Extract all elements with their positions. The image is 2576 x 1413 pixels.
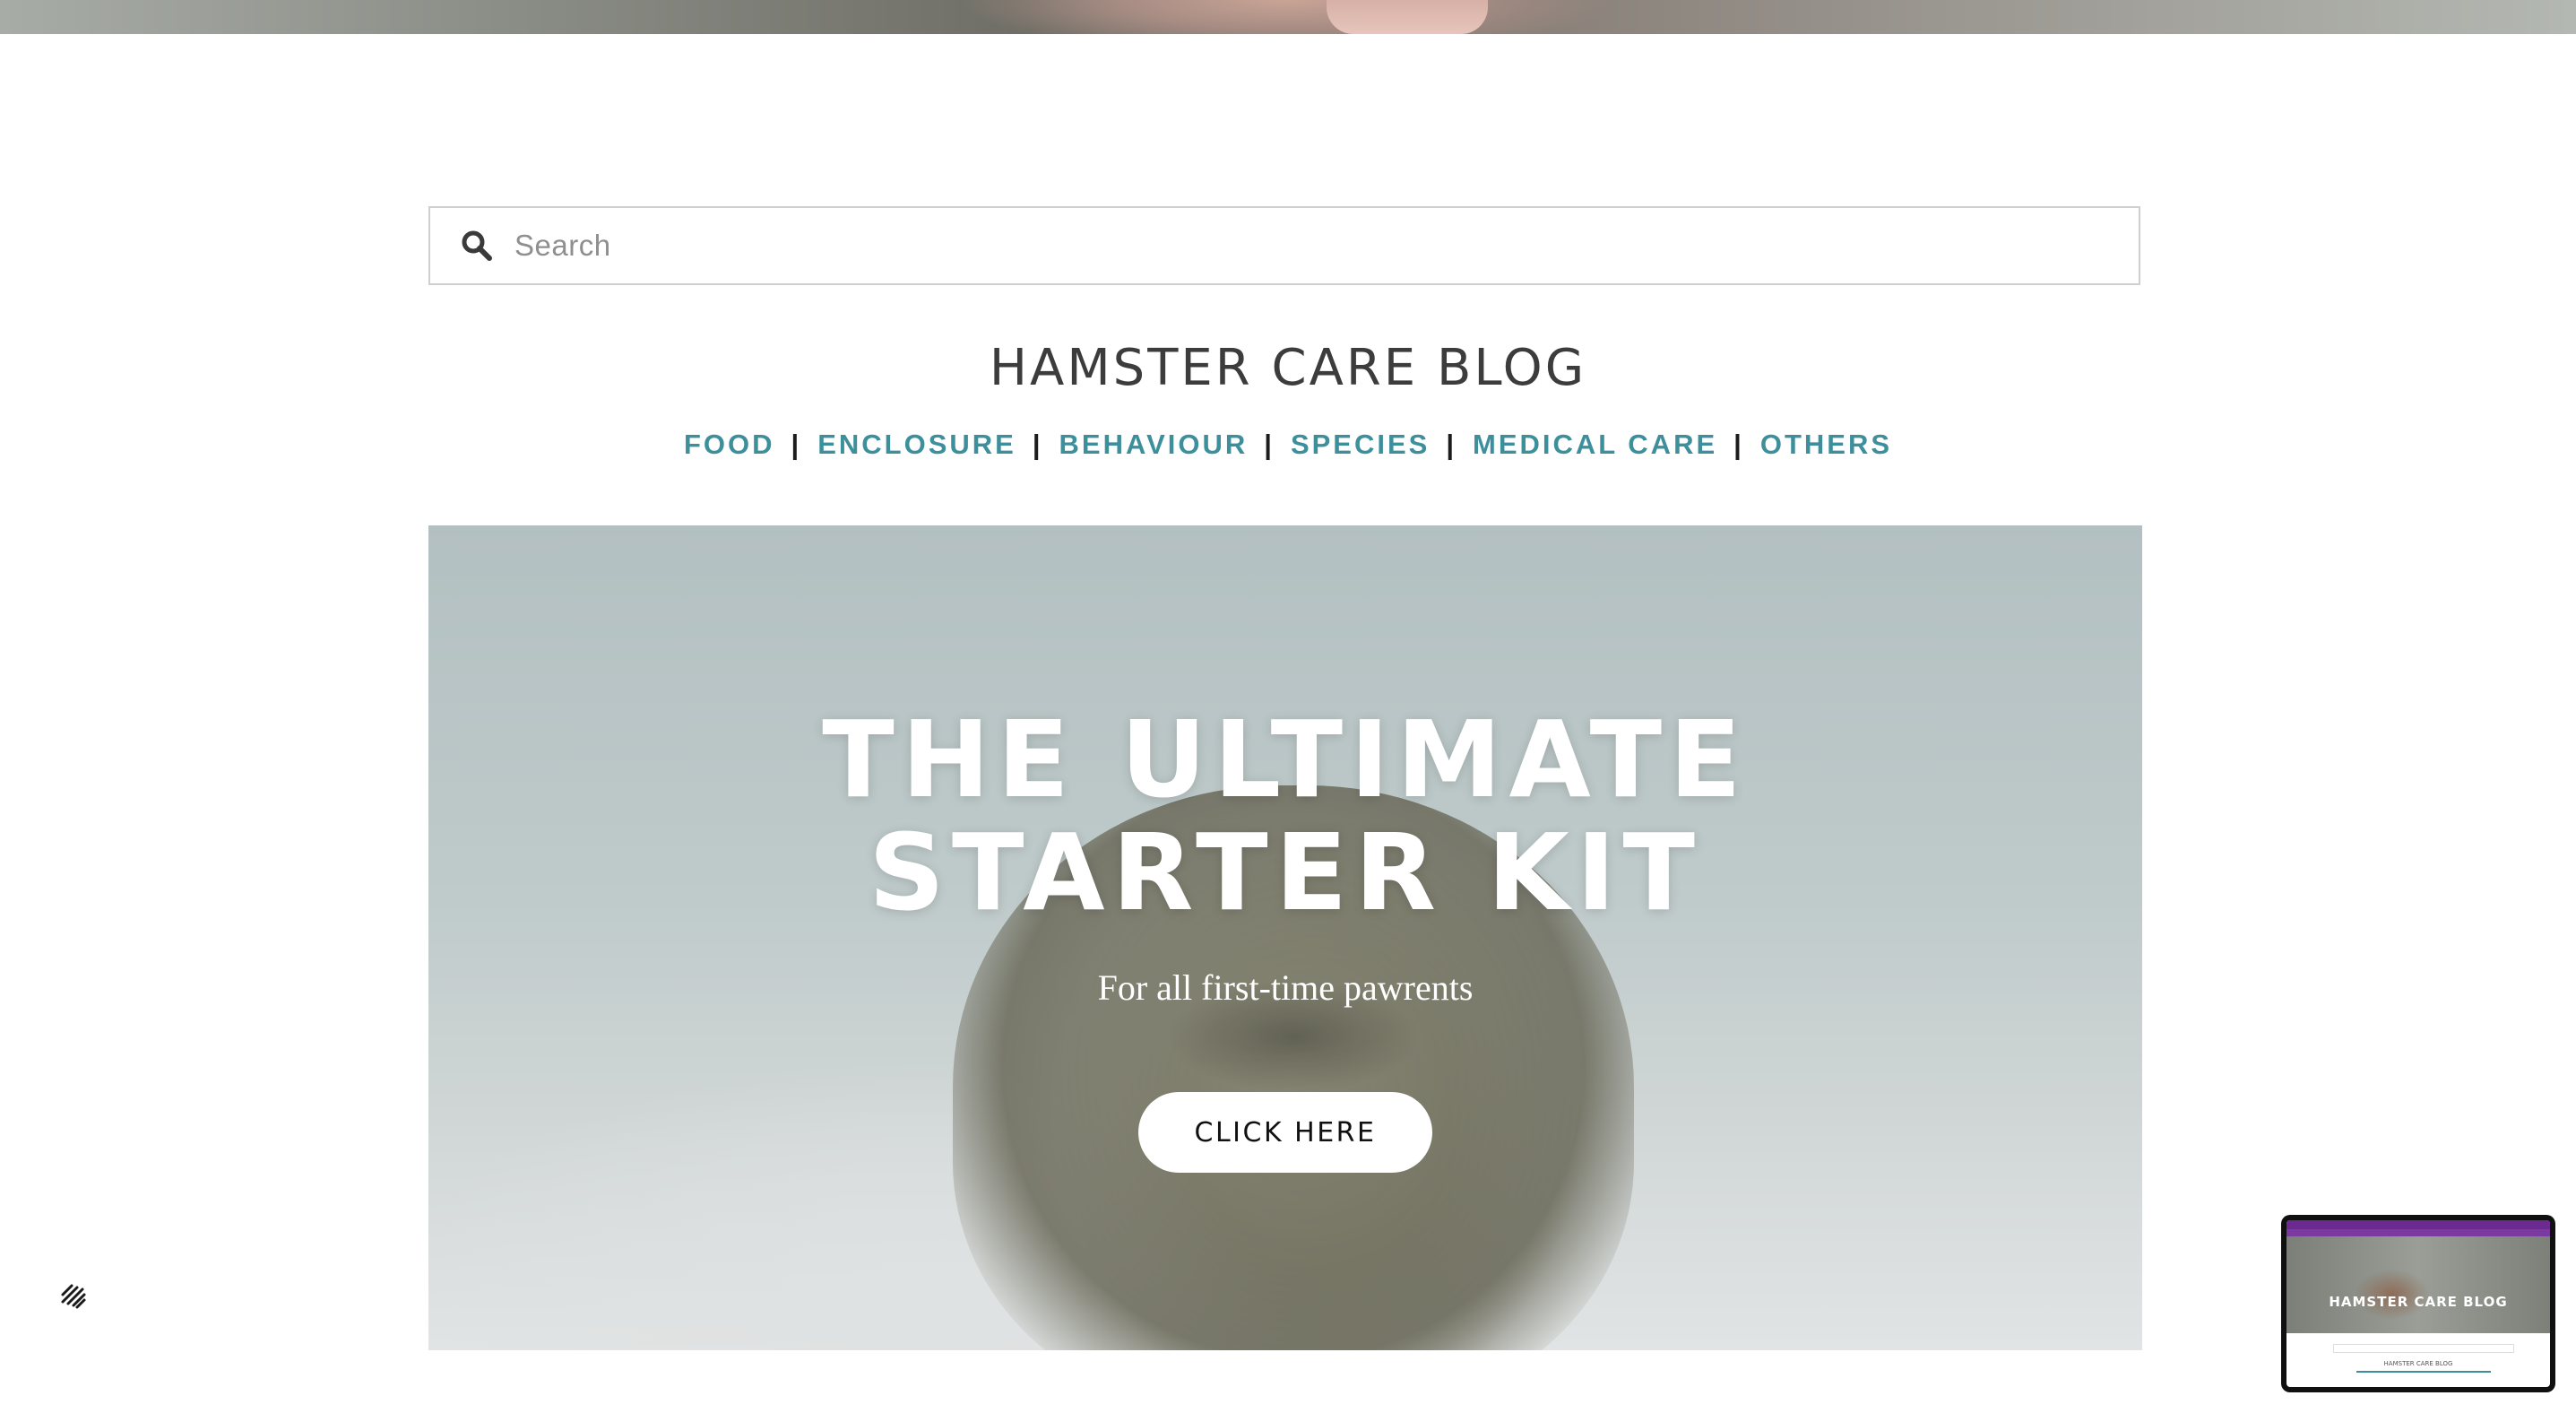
page-preview-thumbnail[interactable]: HAMSTER CARE BLOG HAMSTER CARE BLOG [2281, 1215, 2555, 1392]
hero-title: THE ULTIMATE STARTER KIT [428, 703, 2142, 929]
hero-title-line-1: THE ULTIMATE [822, 698, 1749, 821]
nav-link-species[interactable]: SPECIES [1291, 429, 1430, 460]
click-here-button[interactable]: CLICK HERE [1138, 1092, 1432, 1173]
nav-separator: | [1733, 429, 1744, 460]
thumbnail-search [2333, 1344, 2514, 1353]
squarespace-logo-icon[interactable] [57, 1280, 90, 1313]
nav-link-enclosure[interactable]: ENCLOSURE [817, 429, 1016, 460]
thumbnail-nav [2356, 1371, 2491, 1373]
search-bar[interactable]: Search [428, 206, 2140, 285]
nav-separator: | [1264, 429, 1275, 460]
nav-link-medical-care[interactable]: MEDICAL CARE [1473, 429, 1717, 460]
category-nav: FOOD | ENCLOSURE | BEHAVIOUR | SPECIES | MEDICAL… [0, 429, 2576, 461]
nav-separator: | [1032, 429, 1043, 460]
thumbnail-browser-bar [2286, 1220, 2550, 1229]
nav-link-food[interactable]: FOOD [684, 429, 775, 460]
hero-banner: THE ULTIMATE STARTER KIT For all first-t… [428, 525, 2142, 1350]
search-icon [459, 228, 495, 264]
hero-image-bottom-strip [0, 0, 2576, 34]
thumbnail-hero-image: HAMSTER CARE BLOG [2286, 1236, 2550, 1333]
nav-separator: | [1446, 429, 1457, 460]
site-title[interactable]: HAMSTER CARE BLOG [0, 339, 2576, 397]
nav-link-behaviour[interactable]: BEHAVIOUR [1059, 429, 1249, 460]
thumbnail-screen: HAMSTER CARE BLOG HAMSTER CARE BLOG [2286, 1220, 2550, 1387]
nav-link-others[interactable]: OTHERS [1760, 429, 1892, 460]
hero-subtitle: For all first-time pawrents [1097, 967, 1474, 1008]
thumbnail-title: HAMSTER CARE BLOG [2329, 1294, 2508, 1310]
nav-separator: | [791, 429, 802, 460]
thumbnail-small-title: HAMSTER CARE BLOG [2383, 1360, 2453, 1367]
search-input[interactable]: Search [514, 229, 611, 263]
image-fingers [1327, 0, 1488, 34]
hero-title-line-2: STARTER KIT [868, 811, 1703, 934]
thumbnail-browser-toolbar [2286, 1229, 2550, 1236]
